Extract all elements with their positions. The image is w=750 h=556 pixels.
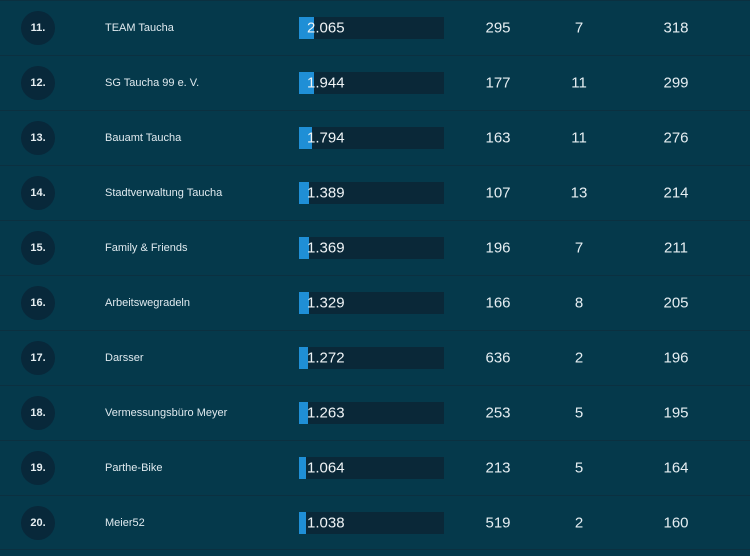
stat-column-2: 2 xyxy=(574,349,584,367)
distance-bar-fill xyxy=(299,457,307,479)
stat-column-1: 177 xyxy=(485,74,511,92)
distance-bar: 1.329 xyxy=(299,292,444,314)
distance-bar: 1.263 xyxy=(299,402,444,424)
rank-badge: 14. xyxy=(21,176,55,210)
stat-column-2: 5 xyxy=(574,404,584,422)
table-row[interactable]: 12. SG Taucha 99 e. V. 1.944 177 11 299 xyxy=(0,55,750,110)
rank-badge: 17. xyxy=(21,341,55,375)
distance-bar: 1.038 xyxy=(299,511,444,534)
table-row[interactable]: 17. Darsser 1.272 636 2 196 xyxy=(0,330,750,385)
stat-column-2: 2 xyxy=(574,514,584,531)
stat-column-3: 214 xyxy=(663,184,689,202)
stat-column-3: 299 xyxy=(663,74,689,92)
stat-column-3: 160 xyxy=(663,514,689,531)
rank-badge: 16. xyxy=(21,286,55,320)
rank-badge: 13. xyxy=(21,121,55,155)
team-name[interactable]: Parthe-Bike xyxy=(105,462,162,474)
distance-value: 1.944 xyxy=(307,74,345,92)
stat-column-1: 213 xyxy=(485,459,511,477)
distance-bar: 1.369 xyxy=(299,237,444,259)
team-name[interactable]: Bauamt Taucha xyxy=(105,132,181,144)
table-row[interactable]: 16. Arbeitswegradeln 1.329 166 8 205 xyxy=(0,275,750,330)
stat-column-2: 13 xyxy=(570,184,588,202)
team-name[interactable]: Vermessungsbüro Meyer xyxy=(105,407,227,419)
distance-bar: 1.794 xyxy=(299,127,444,149)
team-name[interactable]: Family & Friends xyxy=(105,242,188,254)
distance-bar: 1.944 xyxy=(299,72,444,94)
distance-bar-fill xyxy=(299,511,307,534)
stat-column-2: 11 xyxy=(571,74,587,92)
distance-value: 1.038 xyxy=(307,514,345,531)
distance-value: 1.329 xyxy=(307,294,345,312)
stat-column-2: 11 xyxy=(571,129,587,147)
team-name[interactable]: Meier52 xyxy=(105,517,145,529)
team-name[interactable]: SG Taucha 99 e. V. xyxy=(105,77,199,89)
stat-column-3: 195 xyxy=(663,404,689,422)
distance-bar: 2.065 xyxy=(299,17,444,39)
distance-bar: 1.272 xyxy=(299,347,444,369)
stat-column-3: 318 xyxy=(663,19,689,37)
table-row[interactable]: 11. TEAM Taucha 2.065 295 7 318 xyxy=(0,0,750,55)
stat-column-3: 205 xyxy=(663,294,689,312)
stat-column-3: 196 xyxy=(663,349,689,367)
distance-value: 1.794 xyxy=(307,129,345,147)
rank-badge: 19. xyxy=(21,451,55,485)
distance-value: 1.389 xyxy=(307,184,345,202)
table-row[interactable]: 20. Meier52 1.038 519 2 160 xyxy=(0,495,750,550)
table-row[interactable]: 13. Bauamt Taucha 1.794 163 11 276 xyxy=(0,110,750,165)
stat-column-1: 166 xyxy=(485,294,511,312)
stat-column-2: 8 xyxy=(574,294,584,312)
leaderboard-table: 11. TEAM Taucha 2.065 295 7 318 12. SG T… xyxy=(0,0,750,550)
stat-column-1: 295 xyxy=(485,19,511,37)
distance-value: 1.263 xyxy=(307,404,345,422)
distance-value: 1.272 xyxy=(307,349,345,367)
stat-column-1: 636 xyxy=(485,349,511,367)
table-row[interactable]: 19. Parthe-Bike 1.064 213 5 164 xyxy=(0,440,750,495)
stat-column-1: 163 xyxy=(485,129,511,147)
stat-column-2: 7 xyxy=(574,19,584,37)
rank-badge: 12. xyxy=(21,66,55,100)
stat-column-3: 211 xyxy=(664,239,688,257)
rank-badge: 11. xyxy=(21,11,55,45)
stat-column-1: 107 xyxy=(485,184,511,202)
team-name[interactable]: Stadtverwaltung Taucha xyxy=(105,187,222,199)
distance-bar: 1.389 xyxy=(299,182,444,204)
team-name[interactable]: TEAM Taucha xyxy=(105,22,174,34)
distance-value: 2.065 xyxy=(307,19,345,37)
table-row[interactable]: 15. Family & Friends 1.369 196 7 211 xyxy=(0,220,750,275)
stat-column-3: 164 xyxy=(663,459,689,477)
stat-column-1: 519 xyxy=(485,514,511,531)
rank-badge: 15. xyxy=(21,231,55,265)
rank-badge: 18. xyxy=(21,396,55,430)
distance-value: 1.064 xyxy=(307,459,345,477)
team-name[interactable]: Darsser xyxy=(105,352,144,364)
distance-bar: 1.064 xyxy=(299,457,444,479)
stat-column-3: 276 xyxy=(663,129,689,147)
table-row[interactable]: 14. Stadtverwaltung Taucha 1.389 107 13 … xyxy=(0,165,750,220)
stat-column-1: 253 xyxy=(485,404,511,422)
stat-column-1: 196 xyxy=(485,239,511,257)
stat-column-2: 5 xyxy=(574,459,584,477)
rank-badge: 20. xyxy=(21,505,55,540)
table-row[interactable]: 18. Vermessungsbüro Meyer 1.263 253 5 19… xyxy=(0,385,750,440)
team-name[interactable]: Arbeitswegradeln xyxy=(105,297,190,309)
stat-column-2: 7 xyxy=(574,239,584,257)
distance-value: 1.369 xyxy=(307,239,345,257)
